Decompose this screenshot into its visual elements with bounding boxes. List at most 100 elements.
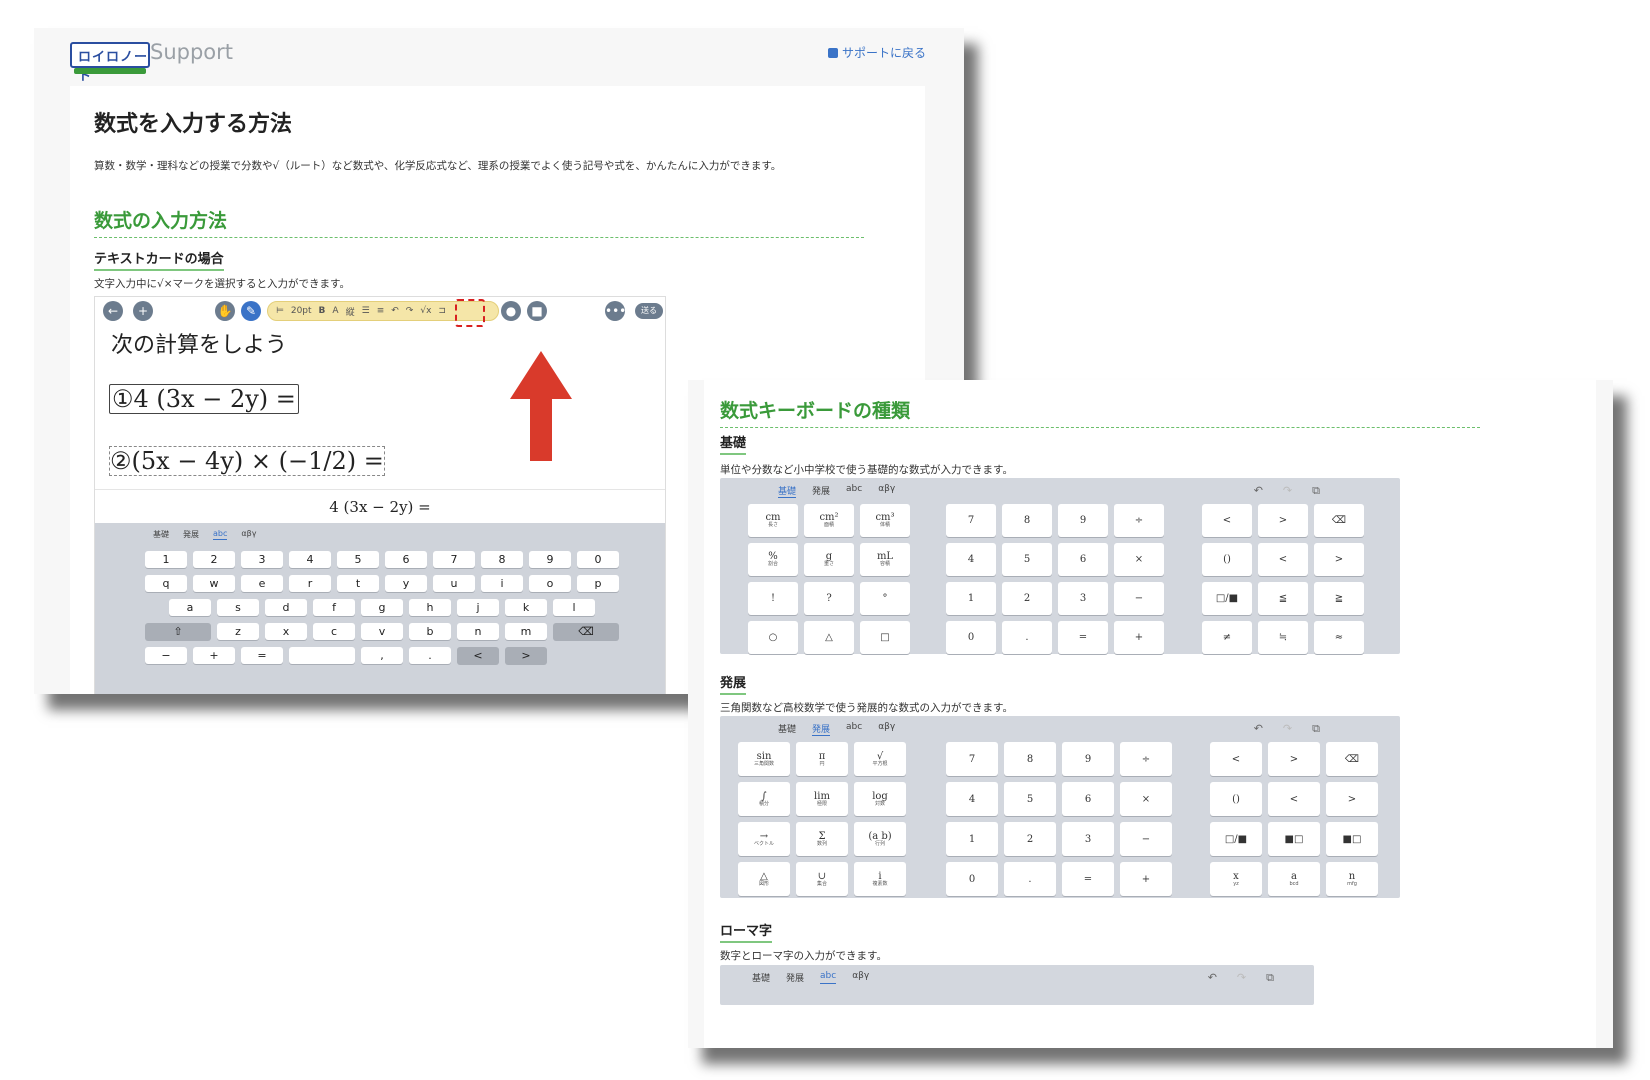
tab-greek[interactable]: αβγ [878, 484, 895, 498]
key[interactable]: ≧ [1314, 582, 1364, 615]
expression-1[interactable]: ①4 (3x − 2y) = [109, 384, 299, 414]
numbered-list-icon[interactable]: ≡ [377, 306, 385, 316]
tab-advanced[interactable]: 発展 [786, 971, 804, 984]
key[interactable]: 9 [529, 551, 571, 568]
tab-basic[interactable]: 基礎 [778, 722, 796, 736]
tab-abc[interactable]: abc [820, 971, 837, 984]
key[interactable]: a [169, 599, 211, 616]
back-to-support-link[interactable]: サポートに戻る [827, 44, 926, 61]
font-size[interactable]: 20pt [291, 306, 312, 316]
key[interactable]: c [313, 623, 355, 640]
tab-basic[interactable]: 基礎 [778, 484, 797, 498]
redo-icon[interactable]: ↷ [1283, 484, 1292, 498]
key[interactable]: log 対数 [854, 782, 906, 816]
undo-icon[interactable]: ↶ [1254, 722, 1263, 736]
pen-icon[interactable]: ✎ [241, 301, 261, 321]
key[interactable]: ÷ [1120, 742, 1172, 776]
key[interactable]: > [1268, 742, 1320, 776]
key[interactable]: z [217, 623, 259, 640]
key[interactable]: < [457, 647, 499, 664]
key[interactable]: r [289, 575, 331, 592]
key[interactable]: ! [748, 582, 798, 615]
key[interactable]: mL 容積 [860, 543, 910, 576]
add-icon[interactable]: + [133, 301, 153, 321]
key[interactable]: 1 [946, 582, 996, 615]
key[interactable]: ≈ [1314, 621, 1364, 654]
key[interactable]: p [577, 575, 619, 592]
stop-icon[interactable]: ■ [527, 301, 547, 321]
key[interactable]: = [241, 647, 283, 664]
key[interactable]: − [1120, 822, 1172, 856]
key[interactable]: cm 長さ [748, 504, 798, 537]
tab-advanced[interactable]: 発展 [812, 484, 830, 498]
key[interactable]: < [1210, 742, 1262, 776]
key[interactable]: < [1258, 543, 1308, 576]
key[interactable]: ? [804, 582, 854, 615]
redo-icon[interactable]: ↷ [1283, 722, 1292, 736]
key[interactable]: k [505, 599, 547, 616]
key[interactable]: Σ 数列 [796, 822, 848, 856]
key[interactable]: △ [804, 621, 854, 654]
key[interactable]: % 割合 [748, 543, 798, 576]
mic-icon[interactable]: ● [501, 301, 521, 321]
key[interactable]: ■□ [1268, 822, 1320, 856]
key[interactable]: q [145, 575, 187, 592]
key[interactable]: 1 [145, 551, 187, 568]
key[interactable]: 3 [241, 551, 283, 568]
back-arrow-icon[interactable]: ← [103, 301, 123, 321]
tab-abc[interactable]: abc [846, 484, 862, 498]
undo-icon[interactable]: ↶ [1208, 971, 1217, 985]
key[interactable]: □/■ [1202, 582, 1252, 615]
key[interactable]: − [145, 647, 187, 664]
key[interactable]: 0 [577, 551, 619, 568]
key[interactable]: 6 [1062, 782, 1114, 816]
key[interactable]: w [193, 575, 235, 592]
key[interactable]: 4 [946, 543, 996, 576]
key[interactable]: + [1120, 862, 1172, 896]
bold-button[interactable]: B [319, 306, 326, 316]
key[interactable]: 8 [481, 551, 523, 568]
hand-icon[interactable]: ✋ [215, 301, 235, 321]
key[interactable]: > [1258, 504, 1308, 537]
redo-icon[interactable]: ↷ [406, 306, 414, 316]
key[interactable]: sin 三角関数 [738, 742, 790, 776]
key[interactable]: π円 [796, 742, 848, 776]
key[interactable]: 4 [946, 782, 998, 816]
key[interactable]: < [1268, 782, 1320, 816]
key[interactable]: i 複素数 [854, 862, 906, 896]
key[interactable]: a bcd [1268, 862, 1320, 896]
redo-icon[interactable]: ↷ [1237, 971, 1246, 985]
key[interactable]: ⌫ [1314, 504, 1364, 537]
copy-icon[interactable]: ⧉ [1312, 484, 1320, 498]
space-key[interactable] [289, 647, 355, 664]
key[interactable]: 0 [946, 862, 998, 896]
key[interactable]: cm³ 体積 [860, 504, 910, 537]
key[interactable]: u [433, 575, 475, 592]
key[interactable]: = [1062, 862, 1114, 896]
shift-key[interactable]: ⇧ [145, 623, 211, 640]
key[interactable]: + [1114, 621, 1164, 654]
tab-greek[interactable]: αβγ [241, 529, 256, 540]
key[interactable]: () [1202, 543, 1252, 576]
key[interactable]: 3 [1062, 822, 1114, 856]
tab-greek[interactable]: αβγ [878, 722, 895, 736]
key[interactable]: x [265, 623, 307, 640]
key[interactable]: lim 極限 [796, 782, 848, 816]
key[interactable]: + [193, 647, 235, 664]
key[interactable]: 2 [1004, 822, 1056, 856]
tab-abc[interactable]: abc [213, 529, 228, 540]
key[interactable]: g [361, 599, 403, 616]
key[interactable]: g 重さ [804, 543, 854, 576]
key[interactable]: 6 [1058, 543, 1108, 576]
backspace-key[interactable]: ⌫ [553, 623, 619, 640]
tab-greek[interactable]: αβγ [852, 971, 869, 984]
key[interactable]: > [1326, 782, 1378, 816]
key[interactable]: 9 [1062, 742, 1114, 776]
tab-basic[interactable]: 基礎 [153, 529, 169, 540]
key[interactable]: , [361, 647, 403, 664]
key[interactable]: 6 [385, 551, 427, 568]
key[interactable]: j [457, 599, 499, 616]
key[interactable]: d [265, 599, 307, 616]
key[interactable]: > [1314, 543, 1364, 576]
key[interactable]: t [337, 575, 379, 592]
